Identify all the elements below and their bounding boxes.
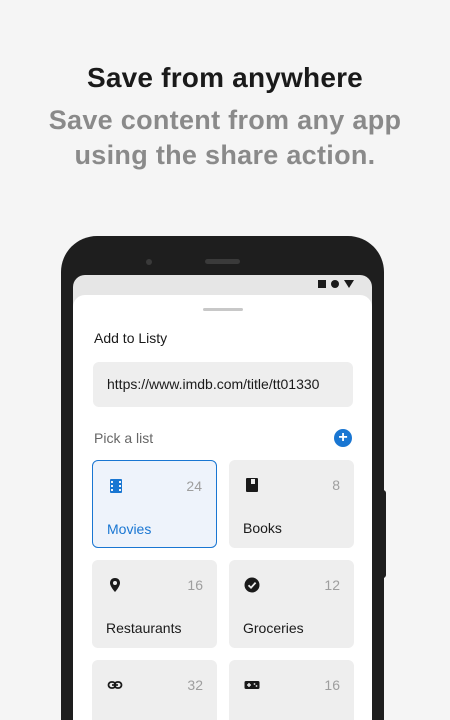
sheet-title: Add to Listy bbox=[94, 330, 168, 346]
phone-side-button bbox=[381, 490, 386, 578]
location-pin-icon bbox=[110, 578, 120, 592]
list-card-count: 16 bbox=[324, 677, 340, 693]
list-card-groceries[interactable]: 12 Groceries bbox=[229, 560, 354, 648]
list-card-games[interactable]: 16 bbox=[229, 660, 354, 720]
wifi-triangle-icon bbox=[344, 280, 354, 288]
list-card-count: 12 bbox=[324, 577, 340, 593]
pick-list-label: Pick a list bbox=[94, 430, 154, 446]
list-card-label: Books bbox=[243, 520, 282, 536]
list-card-books[interactable]: 8 Books bbox=[229, 460, 354, 548]
list-card-label: Groceries bbox=[243, 620, 304, 636]
share-sheet: Add to Listy https://www.imdb.com/title/… bbox=[73, 295, 372, 720]
list-card-restaurants[interactable]: 16 Restaurants bbox=[92, 560, 217, 648]
list-card-label: Movies bbox=[107, 521, 152, 537]
headline: Save from anywhere bbox=[87, 62, 363, 93]
speaker-grille bbox=[205, 259, 240, 264]
list-card-label: Restaurants bbox=[106, 620, 182, 636]
list-card-count: 24 bbox=[186, 478, 202, 494]
book-icon bbox=[246, 478, 258, 492]
list-card-count: 8 bbox=[332, 477, 340, 493]
phone-screen: Add to Listy https://www.imdb.com/title/… bbox=[73, 275, 372, 720]
film-icon bbox=[110, 479, 122, 493]
link-icon bbox=[107, 681, 123, 689]
signal-square-icon bbox=[318, 280, 326, 288]
camera-icon bbox=[146, 259, 152, 265]
url-field[interactable]: https://www.imdb.com/title/tt01330 bbox=[93, 362, 353, 407]
status-dot-icon bbox=[331, 280, 339, 288]
list-card-count: 16 bbox=[187, 577, 203, 593]
subheadline: Save content from any app using the shar… bbox=[48, 105, 402, 170]
list-card-count: 32 bbox=[187, 677, 203, 693]
add-list-button[interactable]: + bbox=[334, 429, 352, 447]
list-card-movies[interactable]: 24 Movies bbox=[92, 460, 217, 548]
gamepad-icon bbox=[244, 681, 260, 689]
sheet-drag-handle[interactable] bbox=[203, 308, 243, 311]
check-circle-icon bbox=[244, 577, 260, 593]
list-card-links[interactable]: 32 bbox=[92, 660, 217, 720]
status-bar bbox=[73, 275, 372, 295]
